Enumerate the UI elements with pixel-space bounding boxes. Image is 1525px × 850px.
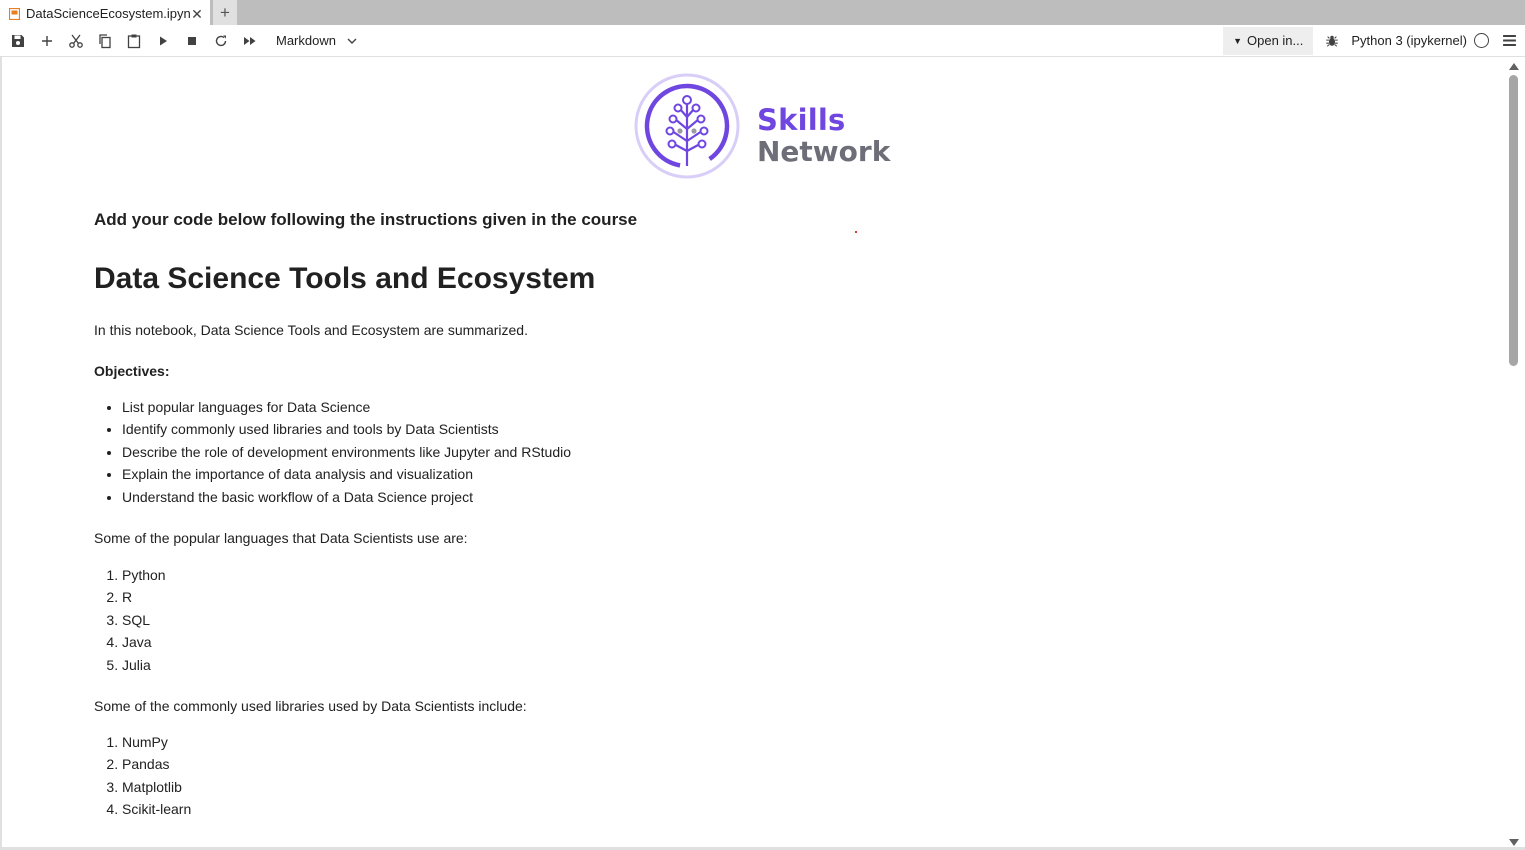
save-button[interactable] (3, 27, 32, 55)
plus-icon (41, 35, 52, 46)
close-icon[interactable]: ✕ (190, 7, 204, 21)
open-in-label: Open in... (1247, 33, 1304, 48)
vertical-scrollbar[interactable] (1507, 59, 1521, 847)
play-icon (159, 36, 167, 45)
logo-text-network: Network (757, 135, 891, 168)
open-in-button[interactable]: ▼ Open in... (1223, 26, 1314, 55)
insert-cell-button[interactable] (32, 27, 61, 55)
languages-list: Python R SQL Java Julia (94, 564, 166, 676)
logo-text-skills: Skills (757, 103, 846, 137)
list-item: Understand the basic workflow of a Data … (122, 486, 571, 508)
languages-intro: Some of the popular languages that Data … (94, 530, 468, 546)
objectives-label: Objectives: (94, 363, 170, 379)
stray-marker (855, 231, 857, 233)
chevron-down-icon (347, 38, 357, 44)
caret-down-icon: ▼ (1233, 35, 1242, 46)
stop-icon (187, 36, 196, 45)
libraries-list: NumPy Pandas Matplotlib Scikit-learn (94, 731, 191, 821)
paste-button[interactable] (119, 27, 148, 55)
list-item: R (122, 586, 166, 608)
list-item: Python (122, 564, 166, 586)
logo-emblem-icon (634, 73, 740, 179)
list-item: Explain the importance of data analysis … (122, 463, 571, 485)
list-item: Pandas (122, 753, 191, 775)
notebook-tab[interactable]: DataScienceEcosystem.ipynb ✕ (0, 0, 210, 25)
list-item: Scikit-learn (122, 798, 191, 820)
new-tab-button[interactable]: + (213, 0, 237, 25)
scroll-thumb[interactable] (1509, 75, 1518, 366)
skills-network-logo: Skills Network (632, 71, 890, 183)
run-all-button[interactable] (235, 27, 264, 55)
run-button[interactable] (148, 27, 177, 55)
libraries-intro: Some of the commonly used libraries used… (94, 698, 527, 714)
hamburger-menu-button[interactable] (1495, 35, 1523, 46)
kernel-status-icon (1474, 33, 1489, 48)
page-title: Data Science Tools and Ecosystem (94, 262, 596, 295)
notebook-panel[interactable]: Skills Network Add your code below follo… (0, 57, 1525, 850)
list-item: Julia (122, 654, 166, 676)
bug-icon (1326, 35, 1339, 47)
copy-button[interactable] (90, 27, 119, 55)
scroll-down-icon[interactable] (1509, 839, 1519, 846)
list-item: SQL (122, 609, 166, 631)
clipboard-icon (127, 34, 140, 48)
fast-forward-icon (243, 36, 255, 45)
cut-button[interactable] (61, 27, 90, 55)
scissors-icon (68, 34, 83, 48)
objectives-list: List popular languages for Data Science … (94, 396, 571, 508)
menu-icon (1502, 35, 1516, 46)
refresh-icon (215, 35, 226, 46)
list-item: Describe the role of development environ… (122, 441, 571, 463)
list-item: Java (122, 631, 166, 653)
cell-type-value: Markdown (276, 33, 336, 48)
copy-icon (98, 33, 111, 48)
save-icon (11, 34, 24, 47)
list-item: List popular languages for Data Science (122, 396, 571, 418)
scroll-up-icon[interactable] (1509, 63, 1519, 70)
debugger-button[interactable] (1317, 34, 1347, 48)
list-item: Identify commonly used libraries and too… (122, 418, 571, 440)
notebook-icon (8, 7, 21, 20)
restart-button[interactable] (206, 27, 235, 55)
notebook-toolbar: Markdown ▼ Open in... Python 3 (ipykerne… (0, 25, 1525, 57)
list-item: NumPy (122, 731, 191, 753)
list-item: Matplotlib (122, 776, 191, 798)
intro-text: In this notebook, Data Science Tools and… (94, 322, 528, 338)
interrupt-button[interactable] (177, 27, 206, 55)
tab-title: DataScienceEcosystem.ipynb (26, 6, 190, 21)
instruction-heading: Add your code below following the instru… (94, 210, 638, 229)
tab-bar: DataScienceEcosystem.ipynb ✕ + (0, 0, 1525, 25)
cell-type-select[interactable]: Markdown (276, 33, 358, 48)
kernel-name[interactable]: Python 3 (ipykernel) (1351, 33, 1467, 48)
